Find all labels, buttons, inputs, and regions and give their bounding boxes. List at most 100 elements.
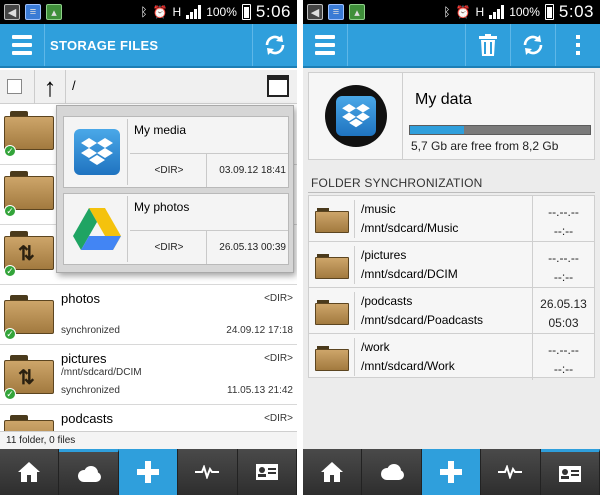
file-count: 11 folder, 0 files — [0, 431, 297, 449]
picture-icon: ▴ — [349, 4, 365, 20]
status-bar: ◀ ≡ ▴ ᛒ ⏰ H 100% 5:03 — [303, 0, 600, 24]
nav-activity-button[interactable] — [481, 449, 541, 495]
menu-button[interactable] — [303, 24, 348, 66]
sync-folder-name: /work — [361, 340, 390, 354]
add-icon — [440, 461, 463, 483]
file-type: <DIR> — [264, 413, 293, 424]
activity-icon — [498, 465, 523, 479]
popup-item-my-photos[interactable]: My photos <DIR> 26.05.13 00:39 — [63, 193, 289, 265]
nav-cloud-button[interactable] — [59, 449, 119, 495]
popup-item-date: 03.09.12 18:41 — [206, 153, 288, 187]
sync-row-podcasts[interactable]: /podcasts /mnt/sdcard/Poadcasts 26.05.13… — [309, 288, 594, 334]
sync-folder-name: /pictures — [361, 248, 407, 262]
battery-icon — [241, 4, 251, 20]
sync-time: --:-- — [553, 362, 574, 376]
sync-status: synchronized — [61, 385, 120, 396]
sync-time: --:-- — [553, 270, 574, 284]
sync-row-work[interactable]: /work /mnt/sdcard/Work --.--.-- --:-- — [309, 334, 594, 380]
select-all-checkbox[interactable] — [7, 79, 22, 94]
refresh-button[interactable] — [252, 24, 297, 66]
nav-add-button[interactable] — [118, 449, 179, 495]
nav-cloud-button[interactable] — [362, 449, 422, 495]
sync-time: --:-- — [553, 224, 574, 238]
back-icon: ◀ — [307, 4, 323, 20]
file-name: podcasts — [61, 411, 114, 426]
contact-card-icon — [255, 464, 278, 480]
menu-button[interactable] — [0, 24, 45, 66]
status-bar: ◀ ≡ ▴ ᛒ ⏰ H 100% 5:06 — [0, 0, 297, 24]
sync-last-time: --.--.-- --:-- — [532, 242, 594, 288]
window-button[interactable] — [267, 75, 289, 97]
battery-percent: 100% — [206, 5, 237, 19]
delete-button[interactable] — [465, 24, 510, 66]
storage-disk — [309, 73, 403, 159]
overflow-icon — [576, 35, 580, 55]
folder-icon — [311, 292, 355, 330]
document-icon: ≡ — [328, 4, 344, 20]
popup-item-my-media[interactable]: My media <DIR> 03.09.12 18:41 — [63, 116, 289, 188]
overflow-menu-button[interactable] — [555, 24, 600, 66]
sync-date: --.--.-- — [548, 251, 579, 265]
storage-card[interactable]: My data 5,7 Gb are free from 8,2 Gb — [308, 72, 595, 160]
sync-last-time: --.--.-- --:-- — [532, 334, 594, 380]
bottom-nav — [0, 449, 297, 495]
folder-icon — [311, 338, 355, 376]
dropbox-icon — [335, 96, 376, 136]
popup-item-date: 26.05.13 00:39 — [206, 230, 288, 264]
menu-icon — [315, 35, 335, 55]
google-drive-icon — [66, 196, 128, 262]
storage-files-screen: ◀ ≡ ▴ ᛒ ⏰ H 100% 5:06 STORAGE FILES ↑ / — [0, 0, 297, 495]
file-type: <DIR> — [264, 293, 293, 304]
picture-icon: ▴ — [46, 4, 62, 20]
clock: 5:03 — [558, 2, 594, 21]
storage-free-text: 5,7 Gb are free from 8,2 Gb — [411, 139, 559, 153]
nav-activity-button[interactable] — [178, 449, 238, 495]
sync-last-time: 26.05.13 05:03 — [532, 288, 594, 334]
sync-row-pictures[interactable]: /pictures /mnt/sdcard/DCIM --.--.-- --:-- — [309, 242, 594, 288]
popup-item-type: <DIR> — [130, 153, 208, 187]
nav-home-button[interactable] — [0, 449, 60, 495]
sync-folder-path: /mnt/sdcard/Work — [361, 359, 455, 373]
add-icon — [137, 461, 160, 483]
refresh-icon — [523, 35, 543, 55]
document-icon: ≡ — [25, 4, 41, 20]
network-type: H — [172, 5, 182, 19]
alarm-icon: ⏰ — [455, 5, 471, 19]
dropbox-icon — [66, 119, 128, 185]
breadcrumb[interactable]: / — [72, 78, 76, 93]
up-directory-button[interactable]: ↑ — [34, 70, 66, 104]
file-path: /mnt/sdcard/DCIM — [61, 367, 142, 378]
sync-row-music[interactable]: /music /mnt/sdcard/Music --.--.-- --:-- — [309, 196, 594, 242]
sync-status: synchronized — [61, 325, 120, 336]
storage-usage-fill — [410, 126, 464, 134]
signal-icon — [186, 5, 202, 19]
file-row-pictures[interactable]: ⇅ ✓ pictures /mnt/sdcard/DCIM <DIR> sync… — [0, 345, 297, 405]
sync-folder-name: /music — [361, 202, 396, 216]
file-name: photos — [61, 291, 101, 306]
action-bar: STORAGE FILES — [0, 24, 297, 68]
sync-date: --.--.-- — [548, 343, 579, 357]
cloud-account-popup: My media <DIR> 03.09.12 18:41 My photos … — [56, 105, 294, 273]
sync-date: 26.05.13 — [540, 297, 587, 311]
storage-title: My data — [415, 91, 472, 108]
synced-check-icon: ✓ — [4, 145, 16, 157]
path-bar: ↑ / — [0, 70, 297, 104]
file-row-photos[interactable]: ✓ photos <DIR> synchronized 24.09.12 17:… — [0, 285, 297, 345]
nav-contacts-button[interactable] — [540, 449, 600, 495]
storage-usage-bar — [409, 125, 591, 135]
file-type: <DIR> — [264, 353, 293, 364]
trash-icon — [479, 34, 497, 56]
cloud-icon — [380, 464, 404, 480]
alarm-icon: ⏰ — [152, 5, 168, 19]
nav-add-button[interactable] — [421, 449, 482, 495]
activity-icon — [195, 465, 220, 479]
file-row-podcasts[interactable]: podcasts <DIR> — [0, 405, 297, 431]
synced-check-icon: ✓ — [4, 388, 16, 400]
folder-icon — [311, 246, 355, 284]
battery-percent: 100% — [509, 5, 540, 19]
bottom-nav — [303, 449, 600, 495]
sync-last-time: --.--.-- --:-- — [532, 196, 594, 242]
nav-home-button[interactable] — [303, 449, 363, 495]
refresh-button[interactable] — [510, 24, 555, 66]
nav-contacts-button[interactable] — [237, 449, 297, 495]
